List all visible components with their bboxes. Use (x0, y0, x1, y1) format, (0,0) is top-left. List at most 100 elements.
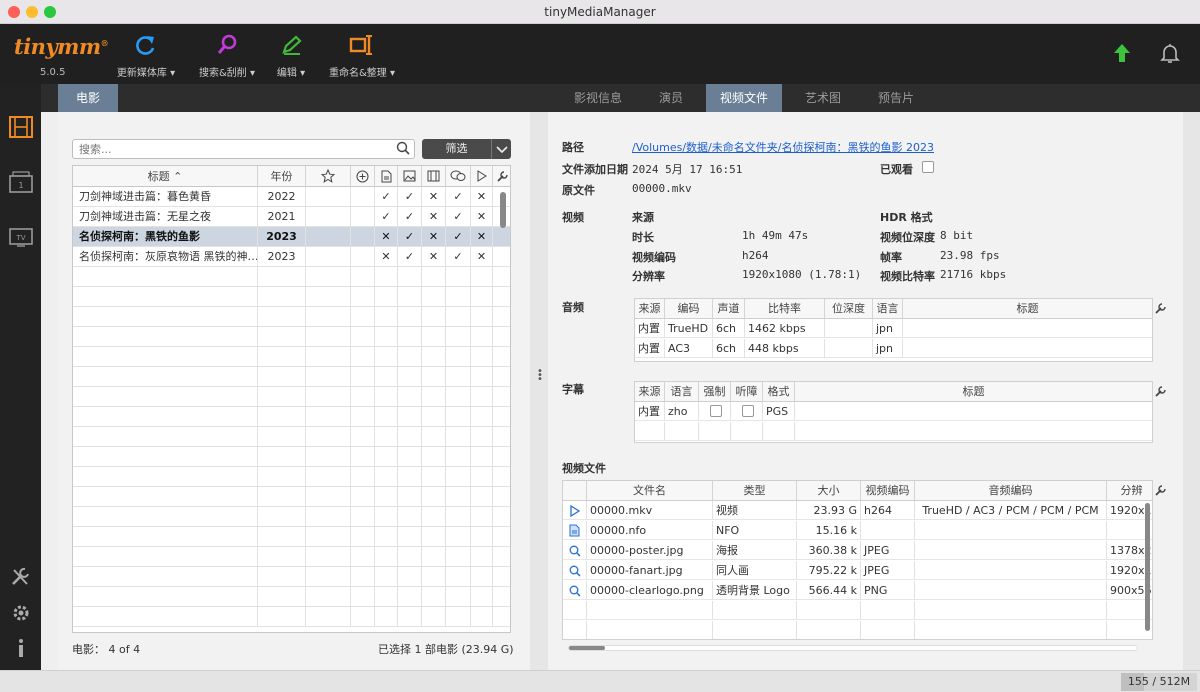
tab-movie-info[interactable]: 影视信息 (560, 84, 636, 112)
table-row[interactable]: 刀剑神域进击篇：无星之夜 2021 ✓ ✓ ✕ ✓ ✕ (73, 207, 510, 227)
date-added-label: 文件添加日期 (562, 163, 628, 176)
tools-icon[interactable] (7, 564, 35, 590)
filter-dropdown[interactable] (491, 139, 511, 159)
table-cell (471, 467, 493, 486)
table-cell (73, 287, 258, 306)
table-cell (471, 447, 493, 466)
media-file-header[interactable]: 分辨 (1107, 481, 1152, 501)
table-cell (351, 187, 375, 206)
checkmark-icon: ✓ (446, 227, 471, 246)
wrench-icon[interactable] (1154, 302, 1167, 315)
column-artwork[interactable] (398, 166, 422, 187)
path-link[interactable]: /Volumes/数据/未命名文件夹/名侦探柯南：黑铁的鱼影 2023 (632, 139, 934, 155)
watched-label: 已观看 (880, 163, 913, 176)
tab-artwork[interactable]: 艺术图 (792, 84, 854, 112)
bell-icon[interactable] (1160, 42, 1180, 64)
bit-depth-value: 8 bit (940, 229, 974, 242)
subtitle-header[interactable]: 语言 (665, 382, 699, 402)
update-library-button[interactable]: 更新媒体库 ▾ (112, 32, 180, 79)
document-icon[interactable] (563, 521, 587, 540)
column-video[interactable] (422, 166, 446, 187)
settings-gear-icon[interactable] (7, 600, 35, 626)
subtitle-header[interactable]: 来源 (635, 382, 665, 402)
media-files-scrollbar[interactable] (1145, 503, 1150, 631)
subtitle-header[interactable]: 格式 (763, 382, 795, 402)
status-bar: 155 / 512M (0, 670, 1200, 692)
subtitle-header[interactable]: 标题 (795, 382, 1152, 402)
table-cell (258, 447, 306, 466)
checkbox[interactable] (742, 405, 754, 417)
movie-table-scrollbar[interactable] (500, 192, 506, 228)
edit-button[interactable]: 编辑 ▾ (272, 32, 310, 79)
media-file-header[interactable]: 大小 (797, 481, 861, 501)
audio-header[interactable]: 来源 (635, 299, 665, 319)
column-rating[interactable] (306, 166, 351, 187)
subtitle-header[interactable]: 强制 (699, 382, 731, 402)
wrench-icon[interactable] (1154, 385, 1167, 398)
media-file-header[interactable]: 文件名 (587, 481, 713, 501)
table-cell (351, 507, 375, 526)
wrench-icon[interactable] (1154, 484, 1167, 497)
filter-button[interactable]: 筛选 (422, 139, 491, 159)
search-icon[interactable] (396, 141, 410, 155)
svg-text:TV: TV (15, 234, 25, 242)
search-input[interactable] (72, 139, 415, 159)
checkbox[interactable] (710, 405, 722, 417)
media-file-cell (713, 621, 797, 639)
magnifier-icon[interactable] (563, 581, 587, 600)
audio-cell: jpn (873, 319, 903, 338)
audio-cell (825, 319, 873, 338)
tab-media-files[interactable]: 视频文件 (706, 84, 782, 119)
table-cell (398, 467, 422, 486)
audio-header[interactable]: 编码 (665, 299, 713, 319)
pencil-icon (282, 35, 302, 55)
table-row[interactable]: 名侦探柯南：灰原哀物语 黑铁的神… 2023 ✕ ✓ ✕ ✓ ✕ (73, 247, 510, 267)
table-cell (258, 507, 306, 526)
subtitle-header[interactable]: 听障 (731, 382, 763, 402)
column-new[interactable] (351, 166, 375, 187)
duration-label: 时长 (632, 231, 654, 244)
table-row[interactable]: 名侦探柯南：黑铁的鱼影 2023 ✕ ✓ ✕ ✓ ✕ (73, 227, 510, 247)
table-cell (258, 267, 306, 286)
audio-header[interactable]: 标题 (903, 299, 1152, 319)
tab-cast[interactable]: 演员 (646, 84, 696, 112)
tab-trailer[interactable]: 预告片 (864, 84, 928, 112)
panel-splitter[interactable]: • • • (530, 112, 548, 670)
watched-checkbox[interactable] (922, 161, 934, 173)
column-nfo[interactable] (375, 166, 398, 187)
magnifier-icon[interactable] (563, 561, 587, 580)
movie-sets-section-icon[interactable]: 1 (7, 170, 35, 196)
tv-shows-section-icon[interactable]: TV (7, 224, 35, 250)
tab-movies[interactable]: 电影 (58, 84, 118, 119)
info-icon[interactable] (7, 636, 35, 662)
media-files-hscroll-track[interactable] (568, 645, 1138, 651)
play-icon[interactable] (563, 501, 587, 520)
media-file-header[interactable]: 类型 (713, 481, 797, 501)
table-cell (446, 427, 471, 446)
column-trailer[interactable] (471, 166, 493, 187)
column-settings[interactable] (493, 166, 510, 187)
table-cell (306, 407, 351, 426)
search-scrape-button[interactable]: 搜索&刮削 ▾ (194, 32, 260, 79)
audio-cell: 6ch (713, 319, 745, 338)
column-year[interactable]: 年份 (258, 166, 306, 187)
movie-year: 2023 (258, 227, 306, 246)
update-available-icon[interactable] (1112, 42, 1132, 64)
media-file-header[interactable] (563, 481, 587, 501)
table-cell (258, 287, 306, 306)
column-subtitles[interactable] (446, 166, 471, 187)
table-cell (493, 227, 510, 246)
audio-header[interactable]: 语言 (873, 299, 903, 319)
movies-section-icon[interactable] (7, 114, 35, 140)
magnifier-icon[interactable] (563, 541, 587, 560)
media-files-hscroll-thumb[interactable] (569, 646, 605, 650)
audio-header[interactable]: 声道 (713, 299, 745, 319)
table-row[interactable]: 刀剑神域进击篇：暮色黄昏 2022 ✓ ✓ ✕ ✓ ✕ (73, 187, 510, 207)
rename-organize-button[interactable]: 重命名&整理 ▾ (324, 32, 400, 79)
media-file-header[interactable]: 视频编码 (861, 481, 915, 501)
video-bitrate-value: 21716 kbps (940, 268, 1007, 281)
media-file-header[interactable]: 音频编码 (915, 481, 1107, 501)
audio-header[interactable]: 比特率 (745, 299, 825, 319)
audio-header[interactable]: 位深度 (825, 299, 873, 319)
column-title[interactable]: 标题 ⌃ (73, 166, 258, 187)
